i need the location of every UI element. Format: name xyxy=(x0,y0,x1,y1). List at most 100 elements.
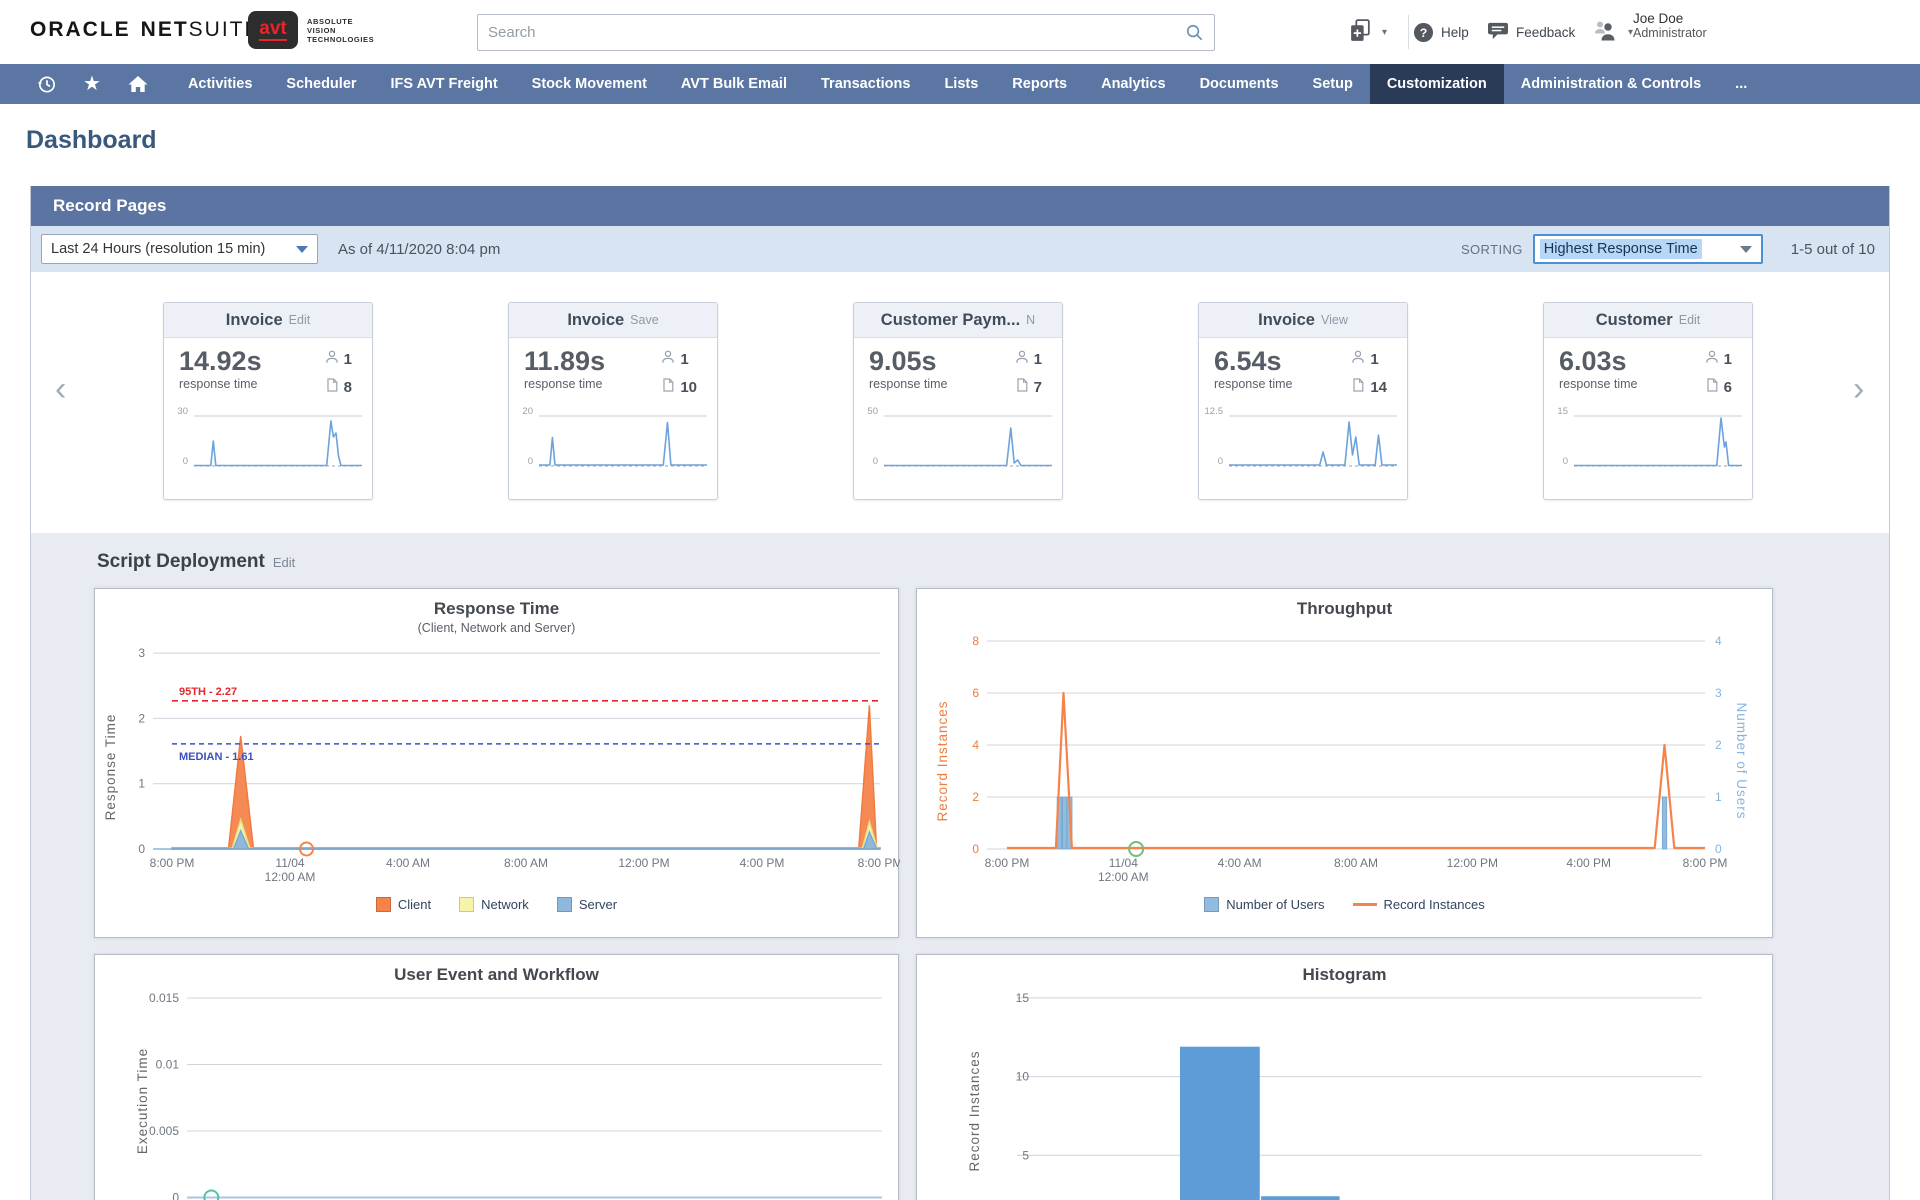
svg-text:3: 3 xyxy=(138,646,145,660)
svg-text:8:00 PM: 8:00 PM xyxy=(150,856,195,870)
nav-item-activities[interactable]: Activities xyxy=(188,64,252,104)
as-of-timestamp: As of 4/11/2020 8:04 pm xyxy=(338,240,501,258)
card-counts: 18 xyxy=(324,349,352,398)
search-icon[interactable] xyxy=(1185,23,1204,42)
record-card[interactable]: Customer Edit 6.03s response time 1 6 15 0 xyxy=(1543,302,1753,500)
spark-max-label: 30 xyxy=(177,406,188,417)
time-range-select[interactable]: Last 24 Hours (resolution 15 min) xyxy=(41,234,318,264)
chart-title: Response Time xyxy=(433,599,560,618)
record-card[interactable]: Invoice Edit 14.92s response time 1 8 30 0 xyxy=(163,302,373,500)
card-action-link[interactable]: N xyxy=(1026,313,1035,327)
spark-min-label: 0 xyxy=(527,456,533,467)
carousel-next-button[interactable]: › xyxy=(1853,372,1864,406)
users-count: 1 xyxy=(1350,349,1387,370)
users-count: 1 xyxy=(324,349,352,370)
spark-plot xyxy=(884,415,1052,467)
spark-max-label: 50 xyxy=(867,406,878,417)
svg-text:0.015: 0.015 xyxy=(149,991,179,1005)
user-icon xyxy=(1350,349,1366,370)
card-action-link[interactable]: View xyxy=(1321,313,1348,327)
nav-item-lists[interactable]: Lists xyxy=(944,64,978,104)
svg-text:8:00 PM: 8:00 PM xyxy=(858,856,900,870)
nav-item-customization[interactable]: Customization xyxy=(1369,64,1504,104)
avt-logo-caption: ABSOLUTE VISION TECHNOLOGIES xyxy=(307,17,374,44)
svg-text:1: 1 xyxy=(138,777,145,791)
nav-item-setup[interactable]: Setup xyxy=(1313,64,1353,104)
chart-legend: Client Network Server xyxy=(95,897,898,912)
nav-item-analytics[interactable]: Analytics xyxy=(1101,64,1165,104)
card-body: 14.92s response time 1 8 xyxy=(164,338,372,398)
svg-text:10: 10 xyxy=(1016,1070,1030,1084)
svg-text:2: 2 xyxy=(138,711,145,725)
sorting-label: SORTING xyxy=(1460,241,1523,257)
user-menu[interactable]: ▾ xyxy=(1592,0,1633,64)
page-icon xyxy=(1350,377,1366,398)
section-edit-link[interactable]: Edit xyxy=(273,555,295,570)
users-count-value: 1 xyxy=(343,351,352,368)
card-action-link[interactable]: Save xyxy=(630,313,659,327)
card-title: Invoice xyxy=(225,310,283,329)
record-pages-controls: Last 24 Hours (resolution 15 min) As of … xyxy=(31,226,1889,272)
record-card[interactable]: Customer Paym... N 9.05s response time 1 7 50 0 xyxy=(853,302,1063,500)
page-icon xyxy=(324,377,340,398)
carousel-prev-button[interactable]: ‹ xyxy=(55,372,66,406)
record-card[interactable]: Invoice Save 11.89s response time 1 10 20 0 xyxy=(508,302,718,500)
oracle-netsuite-logo[interactable]: ORACLE NETSUITE xyxy=(30,18,261,42)
svg-text:8: 8 xyxy=(972,634,979,648)
home-icon[interactable] xyxy=(127,74,149,94)
top-bar: ORACLE NETSUITE avt ABSOLUTE VISION TECHNOL… xyxy=(0,0,1920,64)
response-time-caption: response time xyxy=(524,377,603,391)
legend-swatch xyxy=(459,897,475,912)
svg-text:4:00 AM: 4:00 AM xyxy=(1218,856,1262,870)
nav-item-scheduler[interactable]: Scheduler xyxy=(286,64,356,104)
nav-item-more[interactable]: ... xyxy=(1735,64,1747,104)
nav-item-reports[interactable]: Reports xyxy=(1012,64,1067,104)
user-role: Administrator xyxy=(1633,26,1707,40)
card-metric: 6.03s response time xyxy=(1559,347,1638,398)
nav-item-ifs-avt-freight[interactable]: IFS AVT Freight xyxy=(391,64,498,104)
card-metric: 9.05s response time xyxy=(869,347,948,398)
nav-item-administration-controls[interactable]: Administration & Controls xyxy=(1521,64,1701,104)
spark-max-label: 15 xyxy=(1557,406,1568,417)
svg-text:8:00 PM: 8:00 PM xyxy=(1683,856,1728,870)
svg-text:12:00 AM: 12:00 AM xyxy=(1098,870,1149,884)
card-header: Customer Edit xyxy=(1544,303,1752,338)
spark-plot xyxy=(539,415,707,467)
user-icon xyxy=(1704,349,1720,370)
feedback-button[interactable]: Feedback xyxy=(1487,0,1575,64)
nav-item-documents[interactable]: Documents xyxy=(1200,64,1279,104)
pages-count-value: 8 xyxy=(343,379,352,396)
legend-label: Number of Users xyxy=(1226,897,1325,912)
card-action-link[interactable]: Edit xyxy=(289,313,311,327)
legend-swatch xyxy=(556,897,572,912)
card-header: Customer Paym... N xyxy=(854,303,1062,338)
sorting-value: Highest Response Time xyxy=(1539,239,1702,259)
sorting-select[interactable]: Highest Response Time xyxy=(1532,234,1763,264)
new-record-menu[interactable]: ▾ xyxy=(1348,0,1387,64)
help-button[interactable]: ? Help xyxy=(1413,0,1469,64)
sparkline: 30 0 xyxy=(164,406,372,482)
card-action-link[interactable]: Edit xyxy=(1679,313,1701,327)
sparkline: 15 0 xyxy=(1544,406,1752,482)
spark-min-label: 0 xyxy=(872,456,878,467)
nav-item-stock-movement[interactable]: Stock Movement xyxy=(532,64,647,104)
card-metric: 11.89s response time xyxy=(524,347,605,398)
pages-count-value: 10 xyxy=(680,379,697,396)
response-time-value: 11.89s xyxy=(524,346,606,376)
card-body: 11.89s response time 1 10 xyxy=(509,338,717,398)
card-metric: 6.54s response time xyxy=(1214,347,1293,398)
record-card[interactable]: Invoice View 6.54s response time 1 14 12.5 0 xyxy=(1198,302,1408,500)
section-title-text: Script Deployment xyxy=(97,551,265,572)
pages-count: 14 xyxy=(1350,377,1387,398)
shortcuts-star-icon[interactable]: ★ xyxy=(83,74,101,94)
card-counts: 17 xyxy=(1014,349,1042,398)
feedback-label: Feedback xyxy=(1516,24,1576,40)
help-icon: ? xyxy=(1413,22,1434,43)
recent-records-icon[interactable] xyxy=(36,74,57,95)
nav-item-transactions[interactable]: Transactions xyxy=(821,64,910,104)
nav-item-avt-bulk-email[interactable]: AVT Bulk Email xyxy=(681,64,787,104)
response-time-caption: response time xyxy=(1214,377,1293,391)
svg-text:4:00 AM: 4:00 AM xyxy=(386,856,430,870)
search-input[interactable] xyxy=(478,24,1185,41)
svg-text:Record Instances: Record Instances xyxy=(935,700,950,821)
